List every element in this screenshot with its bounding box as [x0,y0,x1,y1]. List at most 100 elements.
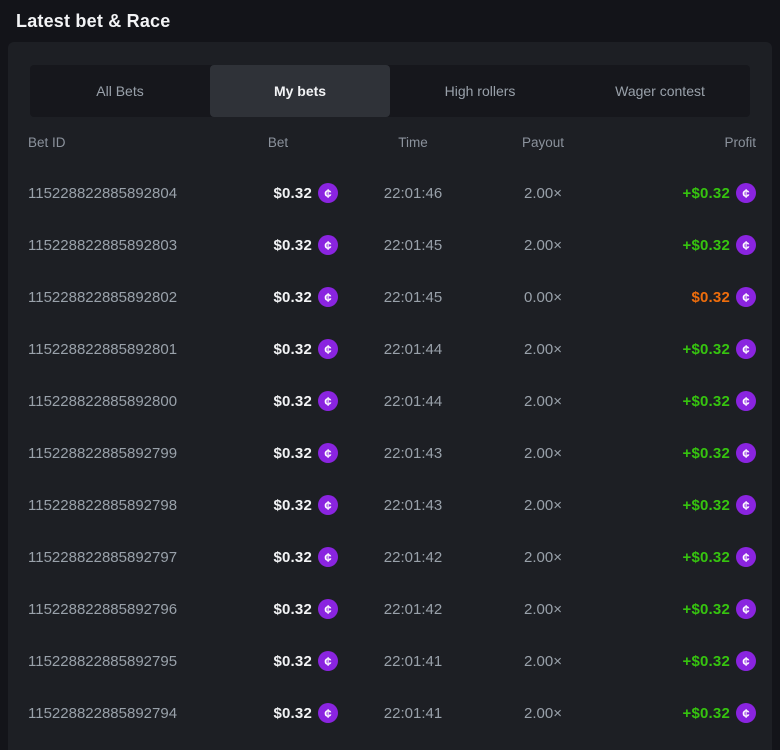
profit-amount: +$0.32 [683,341,731,358]
bet-row[interactable]: 115228822885892799 $0.32 ¢ 22:01:43 2.00… [8,427,772,479]
bet-amount: $0.32 [273,185,312,202]
bet-amount: $0.32 [273,237,312,254]
bet-cell: $0.32 ¢ [218,235,338,255]
coin-icon: ¢ [318,547,338,567]
time-cell: 22:01:44 [338,341,488,358]
coin-icon: ¢ [318,339,338,359]
bet-cell: $0.32 ¢ [218,339,338,359]
bet-id-cell: 115228822885892797 [28,549,218,566]
bet-amount: $0.32 [273,445,312,462]
bet-cell: $0.32 ¢ [218,495,338,515]
payout-cell: 2.00× [488,653,598,670]
tab-high-rollers[interactable]: High rollers [390,65,570,117]
table-header-row: Bet ID Bet Time Payout Profit [8,117,772,167]
coin-icon: ¢ [318,391,338,411]
coin-icon: ¢ [318,443,338,463]
time-cell: 22:01:42 [338,549,488,566]
profit-amount: +$0.32 [683,653,731,670]
bet-cell: $0.32 ¢ [218,651,338,671]
bet-amount: $0.32 [273,393,312,410]
payout-cell: 2.00× [488,185,598,202]
header-bet: Bet [218,135,338,150]
time-cell: 22:01:44 [338,393,488,410]
coin-icon: ¢ [318,235,338,255]
time-cell: 22:01:45 [338,289,488,306]
profit-cell: +$0.32 ¢ [598,651,756,671]
bet-row[interactable]: 115228822885892796 $0.32 ¢ 22:01:42 2.00… [8,583,772,635]
bet-amount: $0.32 [273,341,312,358]
coin-icon: ¢ [736,703,756,723]
payout-cell: 2.00× [488,341,598,358]
profit-cell: +$0.32 ¢ [598,599,756,619]
coin-icon: ¢ [318,703,338,723]
payout-cell: 0.00× [488,289,598,306]
page-title: Latest bet & Race [16,11,170,32]
coin-icon: ¢ [736,443,756,463]
coin-icon: ¢ [318,183,338,203]
bet-amount: $0.32 [273,601,312,618]
profit-amount: +$0.32 [683,601,731,618]
latest-bets-panel: All Bets My bets High rollers Wager cont… [8,42,772,750]
bet-id-cell: 115228822885892798 [28,497,218,514]
profit-cell: +$0.32 ¢ [598,391,756,411]
time-cell: 22:01:45 [338,237,488,254]
profit-amount: +$0.32 [683,497,731,514]
time-cell: 22:01:42 [338,601,488,618]
time-cell: 22:01:43 [338,445,488,462]
profit-amount: +$0.32 [683,705,731,722]
bet-row[interactable]: 115228822885892797 $0.32 ¢ 22:01:42 2.00… [8,531,772,583]
time-cell: 22:01:41 [338,705,488,722]
payout-cell: 2.00× [488,601,598,618]
profit-amount: +$0.32 [683,185,731,202]
header-payout: Payout [488,135,598,150]
bet-row[interactable]: 115228822885892803 $0.32 ¢ 22:01:45 2.00… [8,219,772,271]
bet-amount: $0.32 [273,549,312,566]
page-header: Latest bet & Race [0,0,780,42]
bet-row[interactable]: 115228822885892798 $0.32 ¢ 22:01:43 2.00… [8,479,772,531]
bets-tab-bar: All Bets My bets High rollers Wager cont… [30,65,750,117]
bet-cell: $0.32 ¢ [218,703,338,723]
bets-table-body: 115228822885892804 $0.32 ¢ 22:01:46 2.00… [8,167,772,739]
bet-row[interactable]: 115228822885892804 $0.32 ¢ 22:01:46 2.00… [8,167,772,219]
bet-id-cell: 115228822885892795 [28,653,218,670]
bet-amount: $0.32 [273,289,312,306]
bet-row[interactable]: 115228822885892794 $0.32 ¢ 22:01:41 2.00… [8,687,772,739]
tab-wager-contest[interactable]: Wager contest [570,65,750,117]
coin-icon: ¢ [318,287,338,307]
bet-row[interactable]: 115228822885892795 $0.32 ¢ 22:01:41 2.00… [8,635,772,687]
profit-cell: +$0.32 ¢ [598,547,756,567]
bet-id-cell: 115228822885892801 [28,341,218,358]
tab-my-bets[interactable]: My bets [210,65,390,117]
header-bet-id: Bet ID [28,135,218,150]
coin-icon: ¢ [736,235,756,255]
profit-amount: +$0.32 [683,445,731,462]
coin-icon: ¢ [318,599,338,619]
coin-icon: ¢ [318,651,338,671]
profit-amount: +$0.32 [683,237,731,254]
bet-cell: $0.32 ¢ [218,443,338,463]
profit-cell: $0.32 ¢ [598,287,756,307]
bet-row[interactable]: 115228822885892801 $0.32 ¢ 22:01:44 2.00… [8,323,772,375]
bet-cell: $0.32 ¢ [218,599,338,619]
profit-cell: +$0.32 ¢ [598,703,756,723]
profit-amount: +$0.32 [683,549,731,566]
bet-id-cell: 115228822885892800 [28,393,218,410]
profit-amount: $0.32 [691,289,730,306]
profit-cell: +$0.32 ¢ [598,183,756,203]
header-profit: Profit [598,135,756,150]
tab-all-bets[interactable]: All Bets [30,65,210,117]
bet-row[interactable]: 115228822885892802 $0.32 ¢ 22:01:45 0.00… [8,271,772,323]
bet-amount: $0.32 [273,653,312,670]
bet-amount: $0.32 [273,705,312,722]
bet-id-cell: 115228822885892796 [28,601,218,618]
bet-row[interactable]: 115228822885892800 $0.32 ¢ 22:01:44 2.00… [8,375,772,427]
payout-cell: 2.00× [488,497,598,514]
payout-cell: 2.00× [488,393,598,410]
coin-icon: ¢ [736,651,756,671]
bet-cell: $0.32 ¢ [218,183,338,203]
profit-amount: +$0.32 [683,393,731,410]
profit-cell: +$0.32 ¢ [598,235,756,255]
bet-id-cell: 115228822885892804 [28,185,218,202]
profit-cell: +$0.32 ¢ [598,495,756,515]
payout-cell: 2.00× [488,705,598,722]
